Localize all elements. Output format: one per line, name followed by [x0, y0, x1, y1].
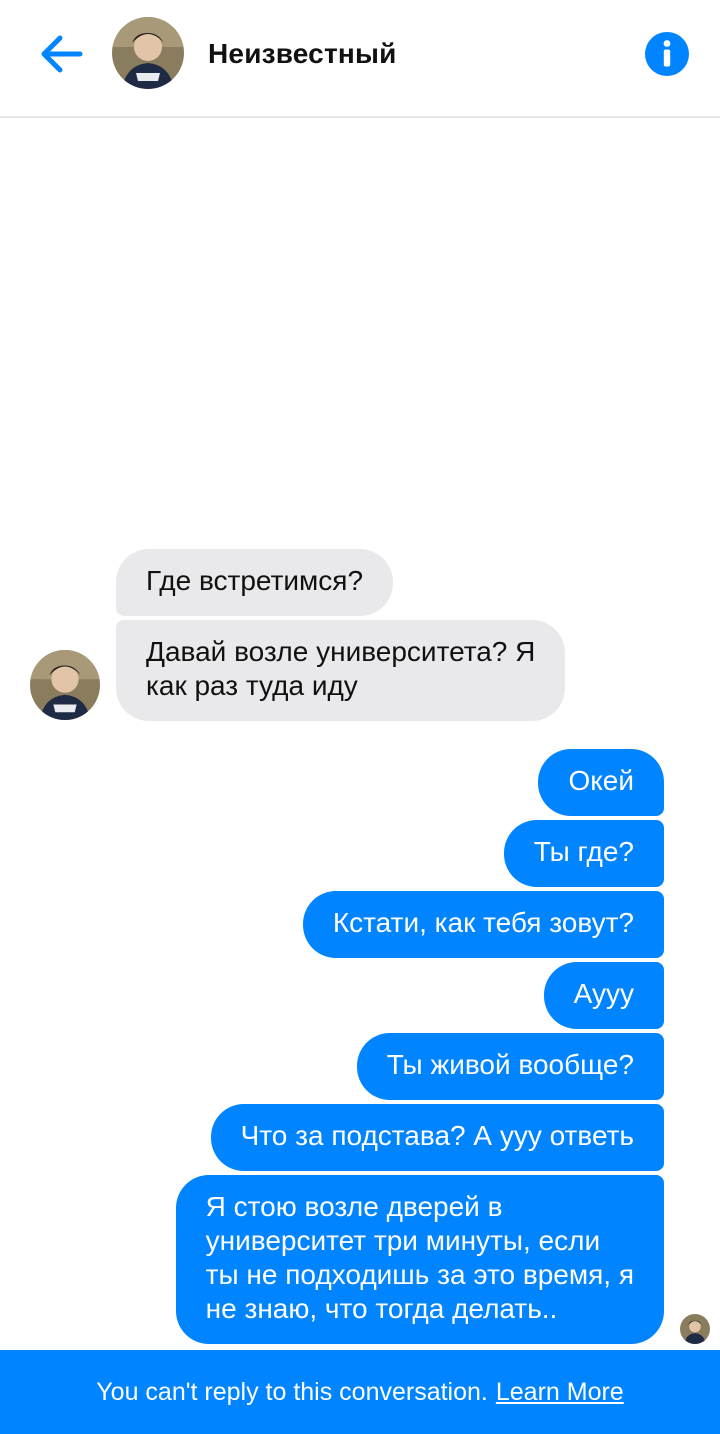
outgoing-message[interactable]: Ты где?: [503, 820, 664, 887]
outgoing-message[interactable]: Аууу: [543, 962, 664, 1029]
contact-avatar[interactable]: [112, 17, 184, 89]
outgoing-message[interactable]: Что за подстава? А ууу ответь: [210, 1104, 664, 1171]
incoming-message[interactable]: Давай возле университета? Я как раз туда…: [116, 620, 566, 721]
reply-disabled-notice: You can't reply to this conversation.: [96, 1377, 488, 1406]
chat-header: Неизвестный: [0, 0, 720, 118]
info-icon: [645, 32, 689, 76]
reply-disabled-banner: You can't reply to this conversation. Le…: [0, 1350, 720, 1434]
read-receipt-avatar: [680, 1314, 710, 1344]
info-button[interactable]: [644, 31, 690, 77]
chat-screen: Неизвестный Где встретимся? Давай возле …: [0, 0, 720, 1434]
arrow-left-icon: [41, 35, 83, 73]
outgoing-message[interactable]: Ты живой вообще?: [356, 1033, 664, 1100]
outgoing-message[interactable]: Кстати, как тебя зовут?: [302, 891, 664, 958]
incoming-message[interactable]: Где встретимся?: [116, 549, 394, 616]
learn-more-link[interactable]: Learn More: [496, 1378, 624, 1407]
back-button[interactable]: [34, 26, 90, 82]
sender-avatar[interactable]: [30, 650, 100, 720]
contact-name: Неизвестный: [208, 38, 397, 69]
outgoing-message[interactable]: Я стою возле дверей в университет три ми…: [175, 1175, 664, 1344]
outgoing-message[interactable]: Окей: [538, 749, 664, 816]
